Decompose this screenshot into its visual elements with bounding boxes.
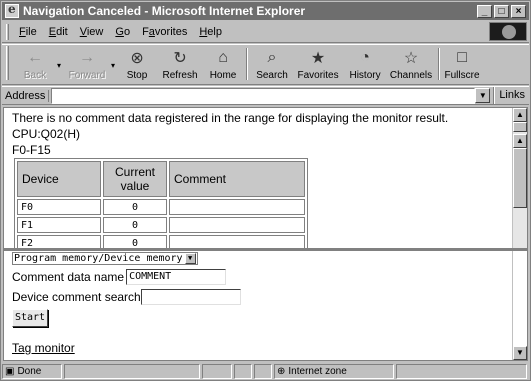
ie-logo-icon	[5, 2, 19, 18]
favorites-icon: ★	[310, 50, 326, 67]
table-row: F1 0	[17, 217, 305, 233]
scroll-thumb[interactable]	[513, 122, 527, 132]
status-panel	[396, 364, 527, 379]
comment-cell	[169, 235, 305, 248]
menu-help[interactable]: Help	[193, 26, 228, 38]
toolbar-separator	[438, 48, 441, 80]
device-cell: F1	[17, 217, 101, 233]
back-arrow-icon: ←	[27, 49, 43, 66]
standard-toolbar: ← Back ▾ → Forward ▾ ⊗ Stop ↻ Refresh ⌂ …	[2, 44, 529, 85]
device-cell: F2	[17, 235, 101, 248]
comment-data-name-label: Comment data name	[12, 270, 125, 284]
refresh-button[interactable]: ↻ Refresh	[157, 45, 203, 84]
links-button[interactable]: Links	[494, 87, 529, 104]
globe-icon: ⊕	[277, 366, 286, 377]
address-label: Address	[2, 89, 50, 102]
history-button[interactable]: ◔ History	[343, 45, 387, 84]
channels-button[interactable]: ☆ Channels	[387, 45, 435, 84]
value-cell: 0	[103, 199, 167, 215]
cpu-label: CPU:Q02(H)	[12, 127, 81, 141]
monitor-result-frame: There is no comment data registered in t…	[3, 107, 528, 249]
chevron-down-icon: ▼	[184, 253, 196, 264]
table-row: F2 0	[17, 235, 305, 248]
page-done-icon: ▣	[5, 366, 15, 377]
back-dropdown-icon[interactable]: ▾	[57, 61, 61, 70]
address-input[interactable]	[51, 87, 476, 104]
forward-button[interactable]: → Forward	[63, 45, 111, 84]
status-bar: ▣ Done ⊕ Internet zone	[2, 363, 529, 380]
scroll-up-icon[interactable]: ▲	[513, 108, 527, 122]
col-comment: Comment	[169, 161, 305, 197]
address-dropdown-icon[interactable]: ▼	[475, 88, 491, 103]
fullscreen-button[interactable]: □ Fullscre	[443, 45, 481, 84]
comment-cell	[169, 199, 305, 215]
search-button[interactable]: ⌕ Search	[251, 45, 293, 84]
bottom-frame-scrollbar[interactable]: ▼	[512, 251, 527, 360]
value-cell: 0	[103, 235, 167, 248]
comment-settings-frame: Program memory/Device memory ▼ Comment d…	[3, 249, 528, 361]
refresh-icon: ↻	[173, 50, 187, 67]
status-panel	[64, 364, 200, 379]
forward-dropdown-icon[interactable]: ▾	[111, 61, 115, 70]
favorites-button[interactable]: ★ Favorites	[293, 45, 343, 84]
no-comment-message: There is no comment data registered in t…	[12, 111, 449, 125]
address-bar: Address ▼ Links	[2, 86, 529, 105]
windows-logo-icon	[489, 22, 527, 41]
start-button[interactable]: Start	[12, 309, 48, 327]
status-panel	[202, 364, 232, 379]
scroll-down-icon[interactable]: ▼	[513, 346, 527, 360]
forward-arrow-icon: →	[79, 49, 96, 66]
browser-window: Navigation Canceled - Microsoft Internet…	[0, 0, 531, 381]
fullscreen-icon: □	[457, 49, 467, 66]
stop-button[interactable]: ⊗ Stop	[117, 45, 157, 84]
toolbar-grip	[6, 46, 9, 80]
toolbar-separator	[246, 48, 249, 80]
history-icon: ◔	[360, 49, 370, 66]
back-button[interactable]: ← Back	[13, 45, 57, 84]
home-button[interactable]: ⌂ Home	[203, 45, 243, 84]
maximize-button[interactable]: □	[494, 4, 509, 18]
menu-view[interactable]: View	[74, 26, 110, 38]
menu-favorites[interactable]: Favorites	[136, 26, 193, 38]
menu-go[interactable]: Go	[109, 26, 136, 38]
comment-data-name-input[interactable]: COMMENT	[126, 269, 227, 285]
security-zone: ⊕ Internet zone	[274, 364, 394, 379]
col-device: Device	[17, 161, 101, 197]
title-bar: Navigation Canceled - Microsoft Internet…	[2, 2, 529, 20]
status-text: ▣ Done	[2, 364, 62, 379]
top-frame-scrollbar[interactable]: ▲ ▲	[512, 108, 527, 248]
menu-edit[interactable]: Edit	[43, 26, 74, 38]
home-icon: ⌂	[218, 49, 228, 66]
menu-bar: File Edit View Go Favorites Help	[2, 21, 529, 43]
memory-select[interactable]: Program memory/Device memory ▼	[12, 252, 198, 265]
comment-cell	[169, 217, 305, 233]
channels-icon: ☆	[403, 50, 419, 67]
value-cell: 0	[103, 217, 167, 233]
window-title: Navigation Canceled - Microsoft Internet…	[23, 4, 306, 18]
status-panel	[254, 364, 272, 379]
device-table: Device Current value Comment F0 0 F1 0 F	[14, 158, 308, 248]
scroll-thumb[interactable]	[513, 148, 527, 208]
minimize-button[interactable]: _	[477, 4, 492, 18]
close-button[interactable]: ×	[511, 4, 526, 18]
search-icon: ⌕	[267, 49, 277, 66]
device-comment-search-input[interactable]	[140, 289, 241, 305]
stop-icon: ⊗	[130, 50, 144, 67]
menu-grip	[6, 23, 9, 40]
device-comment-search-label: Device comment search	[12, 290, 141, 304]
device-range-label: F0-F15	[12, 143, 51, 157]
col-current-value: Current value	[103, 161, 167, 197]
status-panel	[234, 364, 252, 379]
device-cell: F0	[17, 199, 101, 215]
menu-file[interactable]: File	[13, 26, 43, 38]
scroll-up-icon[interactable]: ▲	[513, 134, 527, 148]
table-row: F0 0	[17, 199, 305, 215]
tag-monitor-link[interactable]: Tag monitor	[12, 341, 75, 355]
